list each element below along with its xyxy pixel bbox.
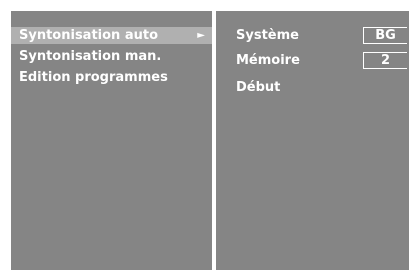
auto-tuning-settings-panel: Système BG Mémoire 2 Début [216,11,409,270]
memoire-label: Mémoire [236,53,300,68]
tuning-menu-panel: Syntonisation auto ► Syntonisation man. … [11,11,212,270]
menu-item-label: Syntonisation auto [19,28,159,43]
menu-item-label: Syntonisation man. [19,49,162,64]
systeme-label: Système [236,28,299,43]
menu-item-syntonisation-man[interactable]: Syntonisation man. [11,48,212,65]
menu-item-syntonisation-auto[interactable]: Syntonisation auto ► [11,27,212,44]
memoire-value-box[interactable]: 2 [363,52,407,69]
debut-start-item[interactable]: Début [236,79,280,96]
tv-osd-screen: Syntonisation auto ► Syntonisation man. … [0,0,409,280]
menu-item-label: Edition programmes [19,70,168,85]
submenu-arrow-icon: ► [197,30,205,41]
menu-item-edition-programmes[interactable]: Edition programmes [11,69,212,86]
systeme-value-box[interactable]: BG [363,27,407,44]
